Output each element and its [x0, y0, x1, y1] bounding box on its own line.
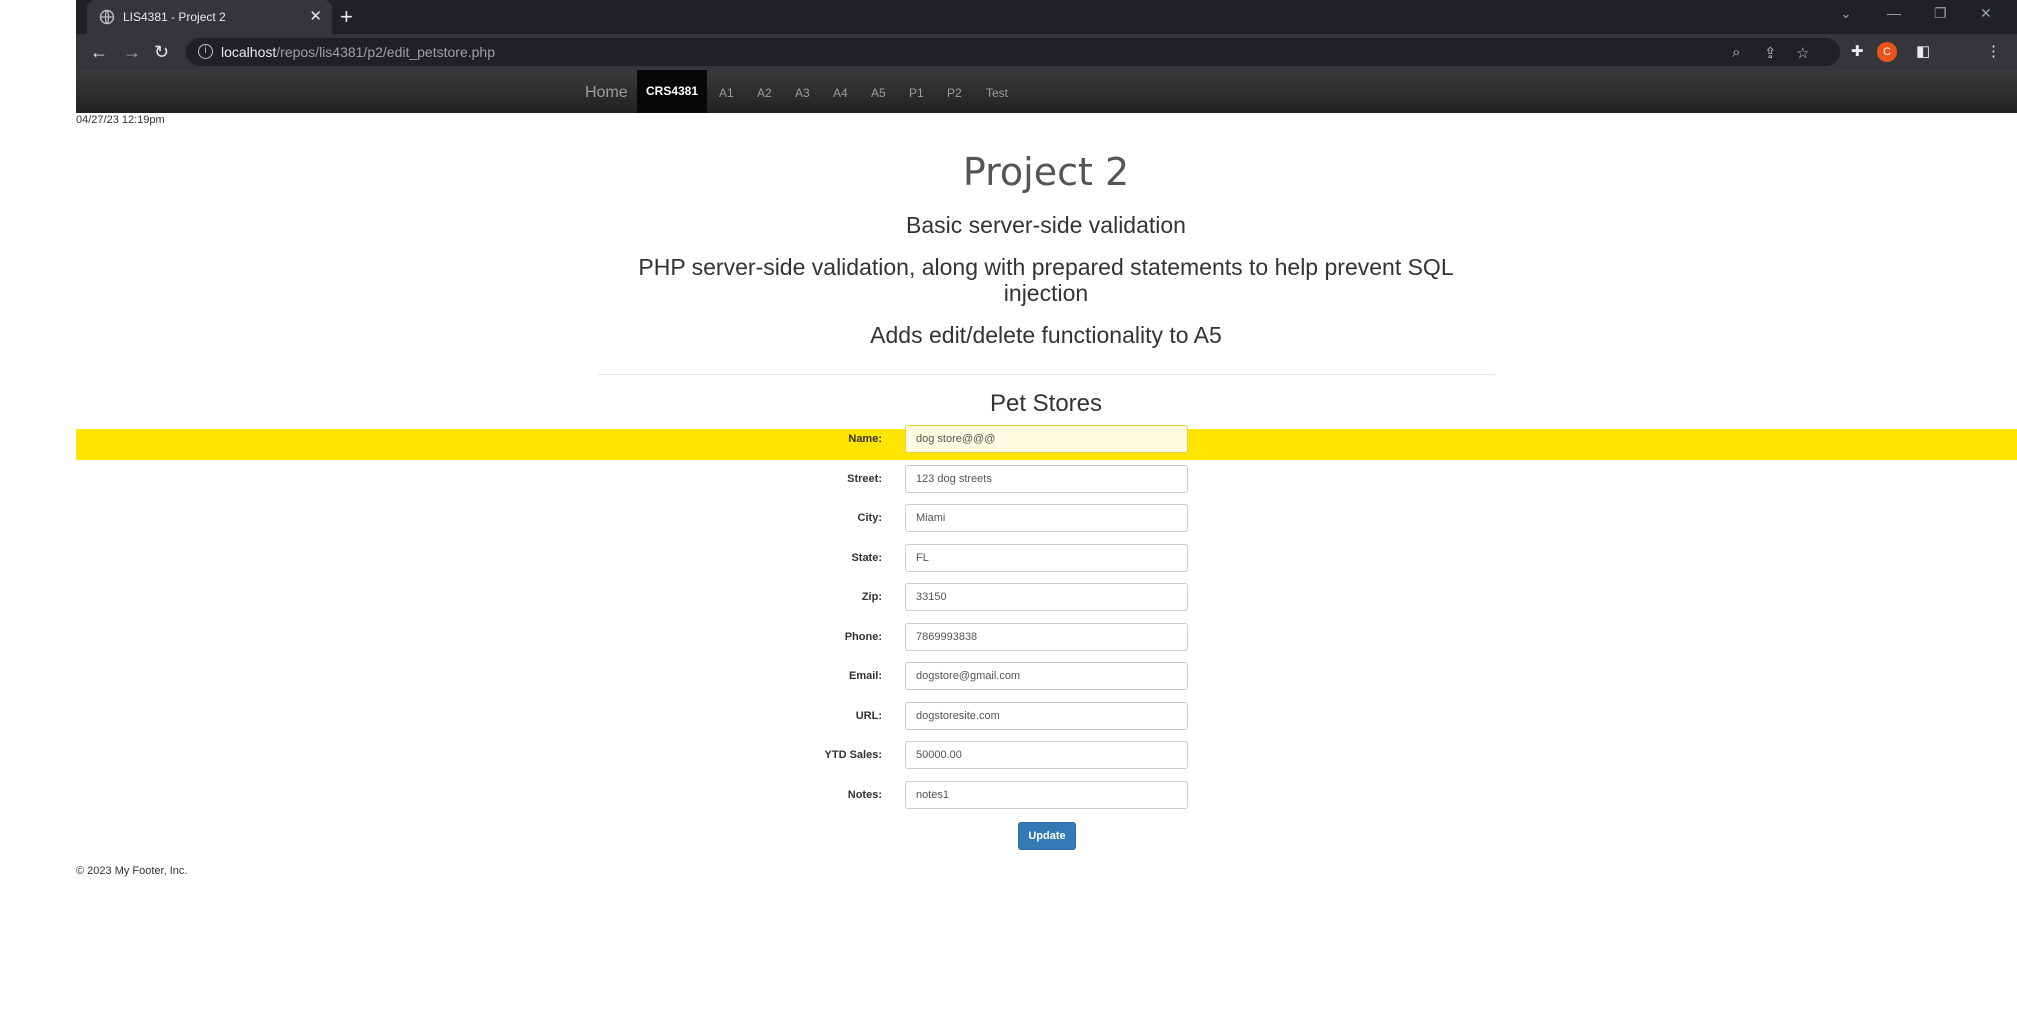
side-panel-icon[interactable]: ◧	[1916, 42, 1930, 60]
field-label: Notes:	[847, 789, 882, 801]
browser-tabstrip	[76, 0, 2017, 34]
url-input[interactable]: dogstoresite.com	[905, 702, 1188, 730]
nav-item-p1[interactable]: P1	[909, 86, 924, 100]
menu-kebab-icon[interactable]: ⋮	[1986, 42, 2001, 60]
field-label: URL:	[855, 710, 882, 722]
field-label: City:	[857, 512, 882, 524]
nav-item-test[interactable]: Test	[986, 86, 1008, 100]
info-icon[interactable]: i	[198, 44, 213, 59]
subtitle-1: Basic server-side validation	[906, 212, 1186, 238]
share-icon[interactable]: ⇪	[1764, 44, 1777, 62]
form-row-phone: Phone: 7869993838	[680, 623, 1240, 651]
field-label: Zip:	[861, 591, 882, 603]
tab-title: LIS4381 - Project 2	[123, 10, 226, 24]
nav-home-link[interactable]: Home	[585, 84, 628, 102]
phone-input[interactable]: 7869993838	[905, 623, 1188, 651]
chevron-down-icon[interactable]: ⌄	[1840, 5, 1852, 22]
timestamp: 04/27/23 12:19pm	[76, 114, 165, 126]
star-icon[interactable]: ☆	[1796, 44, 1809, 62]
extensions-icon[interactable]: ✚	[1851, 42, 1864, 60]
nav-item-a5[interactable]: A5	[871, 86, 886, 100]
city-input[interactable]: Miami	[905, 504, 1188, 532]
zoom-icon[interactable]: ⌕	[1732, 44, 1740, 61]
notes-input[interactable]: notes1	[905, 781, 1188, 809]
nav-active-crs4381[interactable]: CRS4381	[637, 70, 707, 113]
field-label: Street:	[847, 473, 882, 485]
nav-item-a4[interactable]: A4	[833, 86, 848, 100]
minimize-icon[interactable]: —	[1887, 5, 1901, 21]
street-input[interactable]: 123 dog streets	[905, 465, 1188, 493]
field-label: Phone:	[844, 631, 882, 643]
form-title: Pet Stores	[989, 390, 1103, 417]
site-navbar: Home CRS4381 A1 A2 A3 A4 A5 P1 P2 Test	[76, 70, 2017, 113]
browser-toolbar: ← → ↻ i localhost/repos/lis4381/p2/edit_…	[76, 34, 2017, 70]
name-input[interactable]: dog store@@@	[905, 425, 1188, 453]
url-text: localhost/repos/lis4381/p2/edit_petstore…	[221, 44, 495, 60]
new-tab-icon[interactable]: +	[340, 4, 353, 30]
state-input[interactable]: FL	[905, 544, 1188, 572]
nav-item-a2[interactable]: A2	[757, 86, 772, 100]
field-label: State:	[851, 552, 882, 564]
profile-avatar[interactable]: C	[1877, 42, 1897, 62]
field-label: YTD Sales:	[824, 749, 882, 761]
back-icon[interactable]: ←	[90, 42, 108, 63]
footer: © 2023 My Footer, Inc.	[76, 865, 188, 877]
form-row-notes: Notes: notes1	[680, 781, 1240, 809]
email-input[interactable]: dogstore@gmail.com	[905, 662, 1188, 690]
nav-item-a3[interactable]: A3	[795, 86, 810, 100]
nav-item-p2[interactable]: P2	[947, 86, 962, 100]
divider	[598, 374, 1494, 375]
form-row-street: Street: 123 dog streets	[680, 465, 1240, 493]
form-row-zip: Zip: 33150	[680, 583, 1240, 611]
browser-tab[interactable]: LIS4381 - Project 2 ✕	[87, 0, 332, 34]
forward-icon[interactable]: →	[123, 42, 141, 63]
form-row-ytd-sales: YTD Sales: 50000.00	[680, 741, 1240, 769]
zip-input[interactable]: 33150	[905, 583, 1188, 611]
nav-item-a1[interactable]: A1	[719, 86, 734, 100]
close-tab-icon[interactable]: ✕	[309, 7, 322, 25]
page-title: Project 2	[962, 150, 1130, 194]
form-row-state: State: FL	[680, 544, 1240, 572]
globe-icon	[99, 9, 115, 25]
reload-icon[interactable]: ↻	[154, 42, 169, 63]
page-header: Project 2 Basic server-side validation P…	[598, 150, 1494, 364]
address-bar[interactable]: i localhost/repos/lis4381/p2/edit_petsto…	[186, 38, 1840, 66]
field-label: Email:	[848, 670, 882, 682]
restore-icon[interactable]: ❐	[1934, 5, 1947, 22]
close-window-icon[interactable]: ✕	[1980, 5, 1992, 22]
ytd-sales-input[interactable]: 50000.00	[905, 741, 1188, 769]
field-label: Name:	[848, 433, 882, 445]
form-row-city: City: Miami	[680, 504, 1240, 532]
subtitle-2: PHP server-side validation, along with p…	[638, 254, 1454, 306]
form-row-url: URL: dogstoresite.com	[680, 702, 1240, 730]
update-button[interactable]: Update	[1018, 822, 1076, 850]
form-row-email: Email: dogstore@gmail.com	[680, 662, 1240, 690]
subtitle-3: Adds edit/delete functionality to A5	[870, 322, 1222, 348]
form-row-name: Name: dog store@@@	[680, 425, 1240, 453]
